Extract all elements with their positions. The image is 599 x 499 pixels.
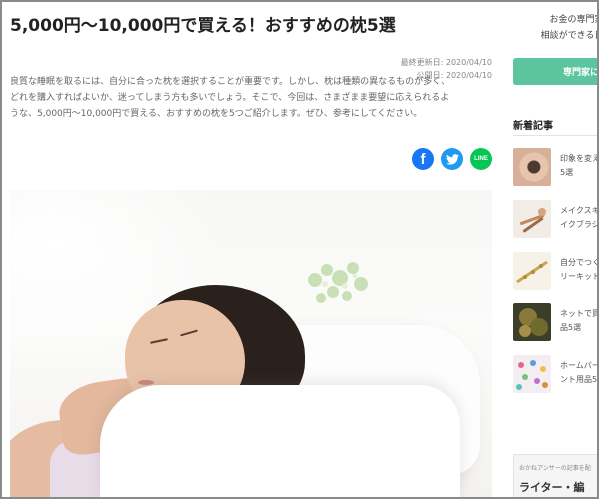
intro-line: うな、5,000円〜10,000円で買える、おすすめの枕を5つご紹介します。ぜひ… <box>10 109 423 119</box>
new-article-item[interactable]: ホームパー ント用品5 <box>513 355 597 395</box>
party-goods-thumbnail <box>513 355 551 393</box>
new-article-item[interactable]: ネットで買 品5選 <box>513 303 597 343</box>
new-article-item[interactable]: 自分でつく リーキット <box>513 252 597 292</box>
new-article-item[interactable]: メイクスキ イクブラシ <box>513 200 597 240</box>
article-intro: 良質な睡眠を取るには、自分に合った枕を選択することが重要です。しかし、枕は種類の… <box>10 74 492 122</box>
article-title: 5,000円〜10,000円で買える！おすすめの枕5選 <box>10 16 396 36</box>
divider <box>513 135 597 136</box>
line-icon[interactable]: LINE <box>470 148 492 170</box>
twitter-icon[interactable] <box>441 148 463 170</box>
promo-text: お金の専門家に 相談ができる日本最 <box>540 15 597 41</box>
facebook-icon[interactable]: f <box>412 148 434 170</box>
writer-recruit-banner[interactable]: おかねアンサーの記事を配 ライター・編 <box>513 454 597 497</box>
plant-decoration <box>308 262 368 303</box>
pillow-front <box>100 385 460 497</box>
new-article-item[interactable]: 印象を変え 5選 <box>513 148 597 188</box>
intro-line: 良質な睡眠を取るには、自分に合った枕を選択することが重要です。しかし、枕は種類の… <box>10 77 451 87</box>
makeup-brush-thumbnail <box>513 200 551 238</box>
share-buttons: f LINE <box>412 148 492 170</box>
twitter-bird-icon <box>445 153 459 165</box>
browser-frame: 5,000円〜10,000円で買える！おすすめの枕5選 最終更新日: 2020/… <box>0 0 599 499</box>
updated-date: 最終更新日: 2020/04/10 <box>400 58 492 67</box>
tea-thumbnail <box>513 303 551 341</box>
new-articles-heading: 新着記事 <box>513 121 553 132</box>
eye-makeup-thumbnail <box>513 148 551 186</box>
hero-image <box>10 190 492 497</box>
intro-line: どれを購入すればよいか、迷ってしまう方も多いでしょう。そこで、今回は、さまざまま… <box>10 93 450 103</box>
consult-expert-button[interactable]: 専門家に <box>513 58 597 85</box>
article: 5,000円〜10,000円で買える！おすすめの枕5選 最終更新日: 2020/… <box>10 2 494 497</box>
accessory-kit-thumbnail <box>513 252 551 290</box>
sidebar: お金の専門家に 相談ができる日本最 専門家に 新着記事 印象を変え 5選 <box>511 2 597 497</box>
